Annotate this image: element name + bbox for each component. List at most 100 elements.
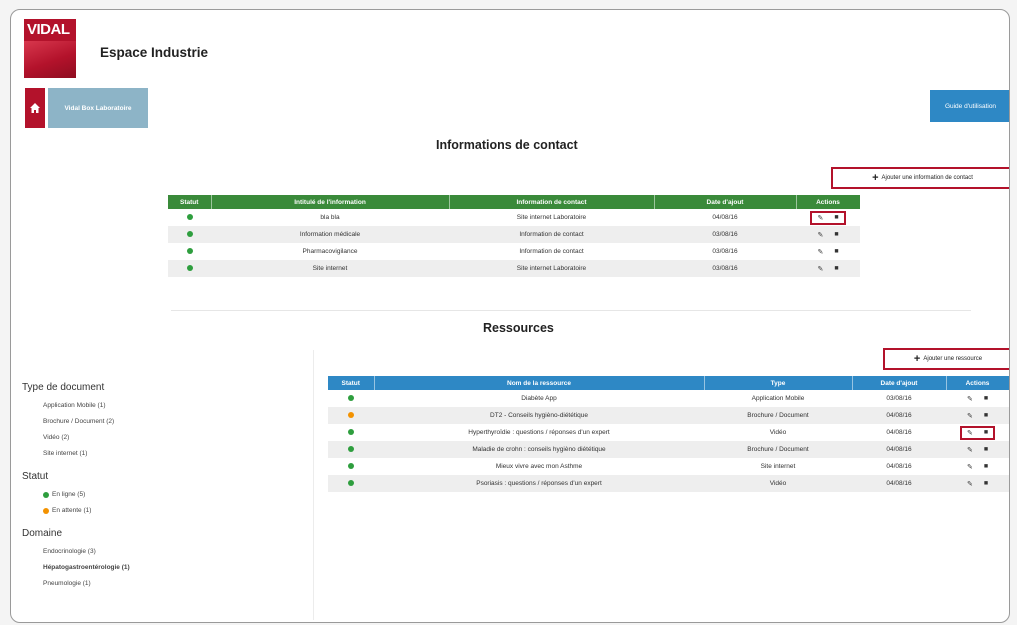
type-cell: Brochure / Document [704,407,852,424]
home-button[interactable] [25,88,45,128]
row-actions: ✎ ■ [967,446,988,454]
col-date: Date d'ajout [852,376,947,390]
filter-type-item[interactable]: Site internet (1) [43,450,302,457]
type-cell: Vidéo [704,475,852,492]
filter-type-item[interactable]: Brochure / Document (2) [43,418,302,425]
status-dot [348,445,354,452]
contacts-table: Statut Intitulé de l'information Informa… [168,195,861,277]
filter-status-title: Statut [22,471,49,482]
date-cell: 03/08/16 [886,395,912,402]
trash-icon[interactable]: ■ [984,412,988,419]
row-actions: ✎ ■ [817,248,838,256]
name-cell: Diabète App [521,395,557,402]
pencil-icon[interactable]: ✎ [817,265,823,273]
trash-icon[interactable]: ■ [984,463,988,470]
filter-type-item[interactable]: Vidéo (2) [43,434,302,441]
filter-status-pending[interactable]: En attente (1) [43,507,302,514]
actions-cell: ✎ ■ [796,260,860,277]
pencil-icon[interactable]: ✎ [817,248,823,256]
table-row: Mieux vivre avec mon Asthme Site internet… [328,458,1009,475]
status-dot [186,230,193,237]
page-title: Espace Industrie [100,45,209,60]
trash-icon[interactable]: ■ [834,214,838,221]
status-cell [328,390,374,407]
status-pending-dot [43,507,49,514]
pencil-icon[interactable]: ✎ [967,446,973,454]
label-cell: Information médicale [211,226,449,243]
status-cell [168,243,211,260]
pencil-icon[interactable]: ✎ [967,395,973,403]
pencil-icon[interactable]: ✎ [817,214,823,222]
status-cell [168,209,211,226]
date-cell: 04/08/16 [886,463,912,470]
filter-status-label: En ligne (5) [52,491,86,498]
vidal-box-laboratoire-button[interactable]: Vidal Box Laboratoire [48,88,148,128]
table-row: Pharmacovigilance Information de contact 0… [168,243,860,260]
trash-icon[interactable]: ■ [984,395,988,402]
add-contact-button[interactable]: + Ajouter une information de contact [831,167,1009,189]
type-cell: Vidéo [769,429,787,436]
filter-domain-item[interactable]: Endocrinologie (3) [43,548,302,555]
table-row: DT2 - Conseils hygièno-diététique Brochur… [328,407,1009,424]
label-cell: Pharmacovigilance [302,248,358,255]
resources-title: Ressources [483,321,554,335]
contacts-header-row: Statut Intitulé de l'information Informa… [168,195,861,209]
pencil-icon[interactable]: ✎ [967,429,973,437]
label-cell: Site internet [211,260,449,277]
trash-icon[interactable]: ■ [834,231,838,238]
filters-divider [313,350,314,620]
status-dot [348,428,354,435]
status-cell [328,424,374,441]
actions-cell: ✎ ■ [796,243,860,260]
trash-icon[interactable]: ■ [834,248,838,255]
table-row: Diabète App Application Mobile 03/08/16 ✎ ■ [328,390,1009,407]
col-statut: Statut [328,376,375,390]
resources-header-row: Statut Nom de la ressource Type Date d'a… [328,376,1009,390]
trash-icon[interactable]: ■ [984,429,988,436]
date-cell: 03/08/16 [712,248,738,255]
logo-text: VIDAL [27,21,70,38]
guide-button[interactable]: Guide d'utilisation [930,90,1009,122]
trash-icon[interactable]: ■ [834,265,838,272]
actions-cell: ✎ ■ [796,209,860,226]
trash-icon[interactable]: ■ [984,446,988,453]
col-nom: Nom de la ressource [374,376,705,390]
filter-status-label: En attente (1) [52,507,92,514]
type-cell: Application Mobile [751,395,805,402]
date-cell: 04/08/16 [852,475,946,492]
pencil-icon[interactable]: ✎ [967,480,973,488]
status-cell [328,407,374,424]
pencil-icon[interactable]: ✎ [967,463,973,471]
col-type: Type [704,376,853,390]
pencil-icon[interactable]: ✎ [967,412,973,420]
filter-domain-item[interactable]: Hépatogastroentérologie (1) [43,564,302,571]
name-cell: DT2 - Conseils hygièno-diététique [374,407,704,424]
status-dot [186,213,193,220]
col-actions: Actions [796,195,861,209]
filter-domain-item[interactable]: Pneumologie (1) [43,580,302,587]
plus-icon: + [913,352,921,365]
contact-cell: Information de contact [519,248,584,255]
date-cell: 03/08/16 [654,226,796,243]
type-cell: Site internet [760,463,796,470]
trash-icon[interactable]: ■ [984,480,988,487]
date-cell: 04/08/16 [852,441,946,458]
actions-cell: ✎ ■ [946,441,1009,458]
date-cell: 03/08/16 [654,260,796,277]
row-actions: ✎ ■ [810,210,846,225]
home-icon [30,103,40,113]
filter-status-online[interactable]: En ligne (5) [43,491,302,498]
table-row: Hyperthyroïdie : questions / réponses d'… [328,424,1009,441]
date-cell: 04/08/16 [712,214,738,221]
actions-cell: ✎ ■ [946,475,1009,492]
add-resource-button[interactable]: + Ajouter une ressource [883,348,1009,370]
status-cell [328,475,374,492]
col-information: Information de contact [449,195,655,209]
pencil-icon[interactable]: ✎ [817,231,823,239]
filter-type-item[interactable]: Application Mobile (1) [43,402,302,409]
name-cell: Mieux vivre avec mon Asthme [495,463,583,470]
add-resource-label: Ajouter une ressource [923,356,983,362]
vidal-logo: VIDAL [24,19,76,78]
filters-panel: Type de document Application Mobile (1) … [22,372,302,587]
actions-cell: ✎ ■ [946,390,1009,407]
